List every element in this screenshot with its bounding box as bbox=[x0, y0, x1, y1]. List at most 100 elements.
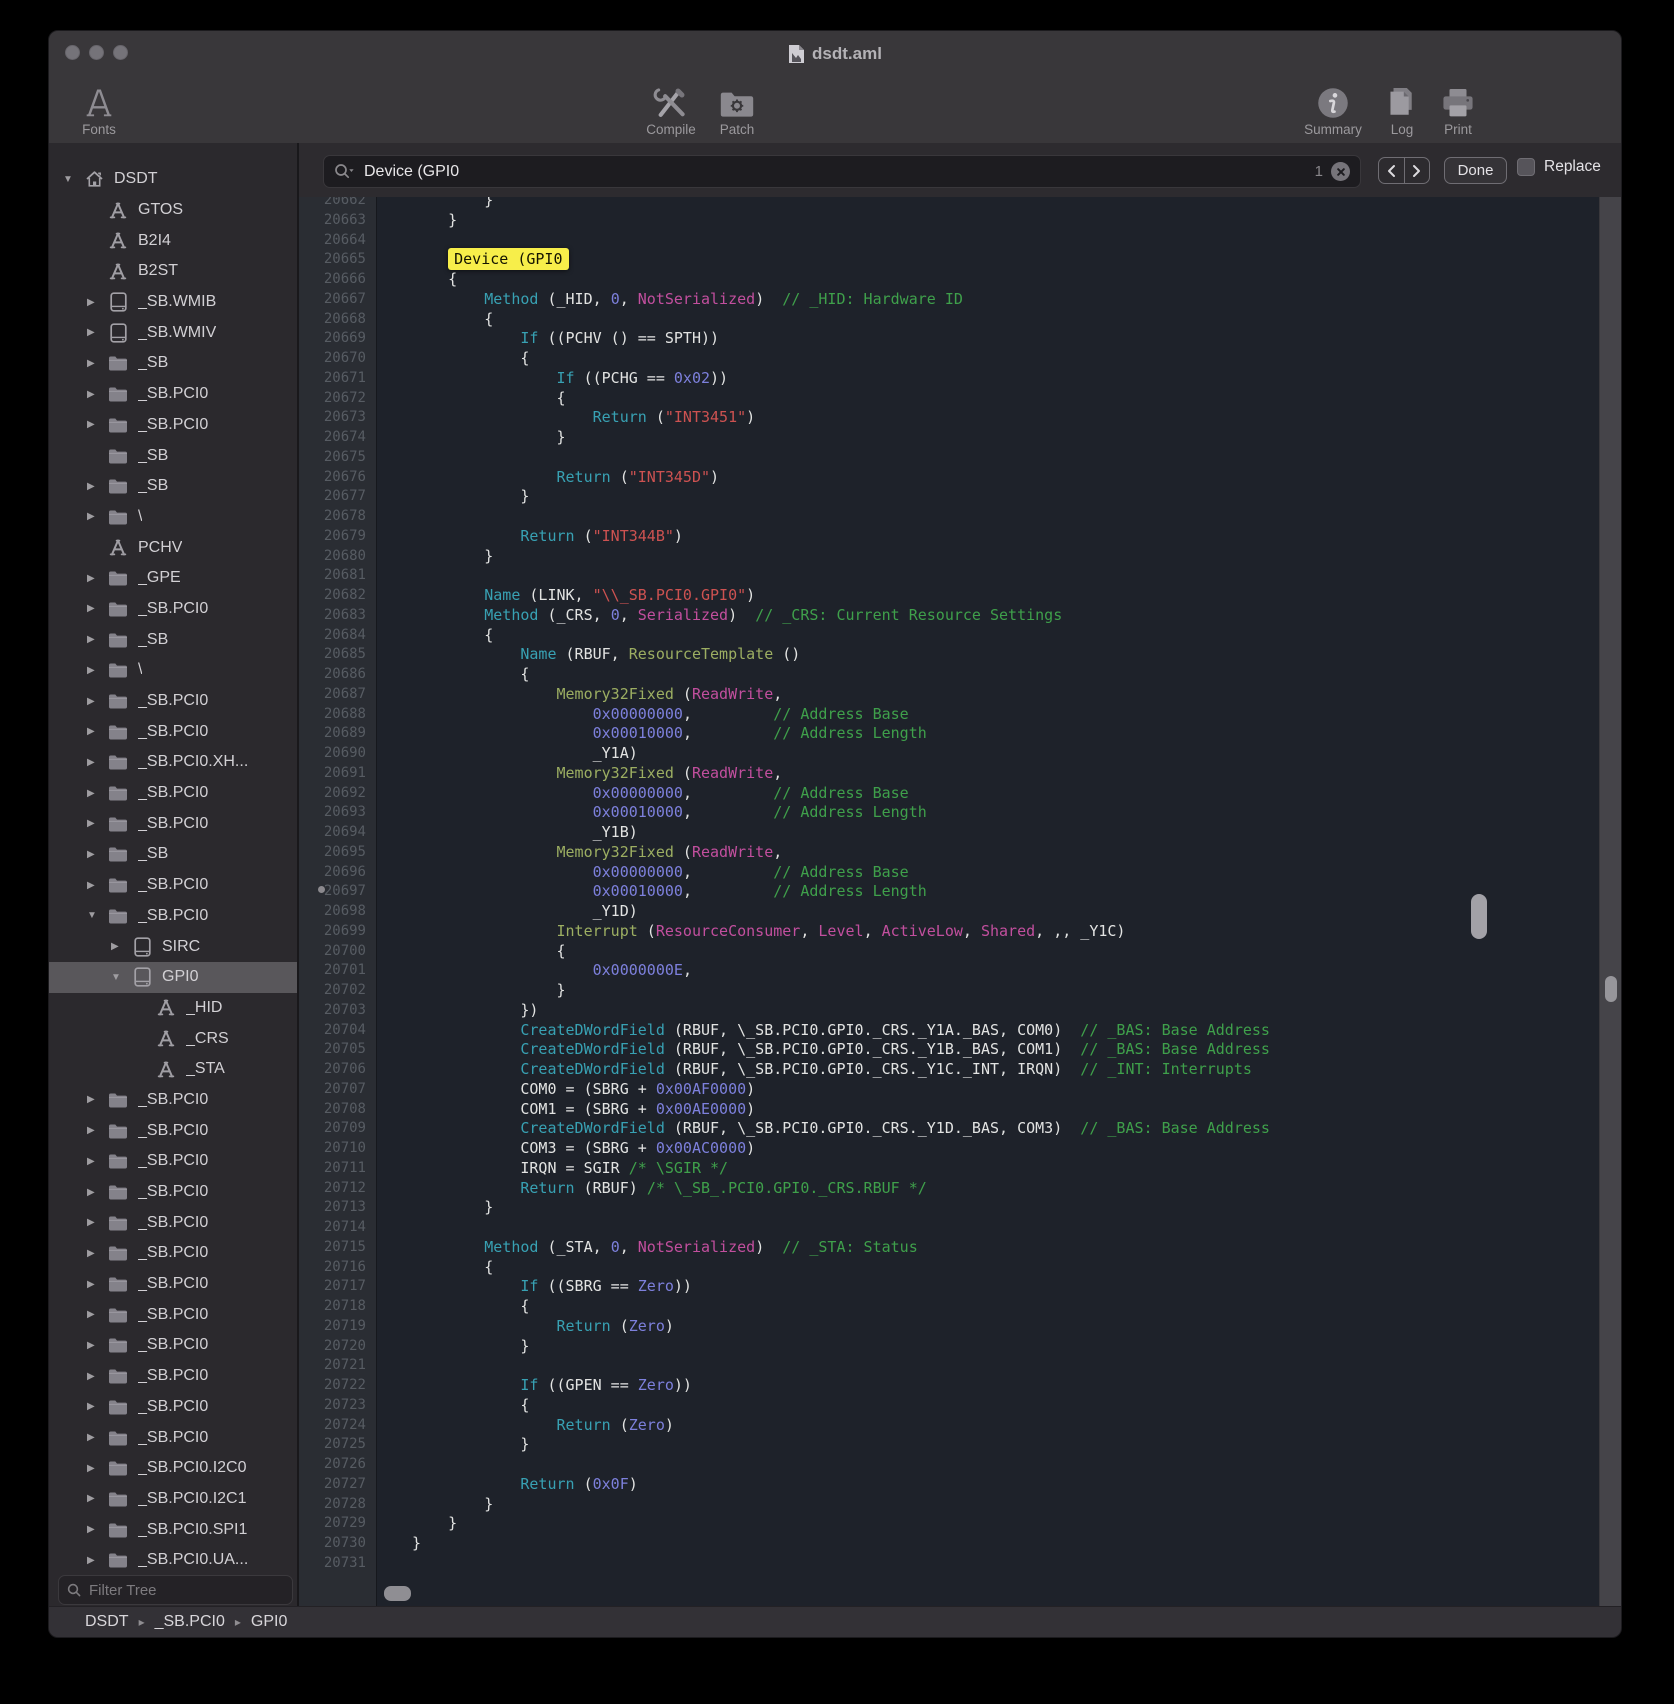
disclosure-right-icon[interactable]: ▶ bbox=[87, 726, 107, 737]
disclosure-right-icon[interactable]: ▶ bbox=[87, 603, 107, 614]
sidebar-item-gtos[interactable]: GTOS bbox=[49, 195, 297, 226]
sidebar-item-sb-pci0[interactable]: ▶_SB.PCI0 bbox=[49, 1238, 297, 1269]
sidebar-item-sb-pci0-spi1[interactable]: ▶_SB.PCI0.SPI1 bbox=[49, 1514, 297, 1545]
done-button[interactable]: Done bbox=[1444, 157, 1507, 184]
sidebar-item-[interactable]: ▶\ bbox=[49, 655, 297, 686]
sidebar-item-gpe[interactable]: ▶_GPE bbox=[49, 563, 297, 594]
search-field[interactable]: Device (GPI0 1 bbox=[323, 155, 1361, 188]
print-button[interactable]: Print bbox=[1413, 81, 1503, 137]
sidebar-item-sb-pci0[interactable]: ▶_SB.PCI0 bbox=[49, 1146, 297, 1177]
sidebar-item-hid[interactable]: _HID bbox=[49, 993, 297, 1024]
sidebar-item-sb-pci0[interactable]: ▶_SB.PCI0 bbox=[49, 1299, 297, 1330]
disclosure-right-icon[interactable]: ▶ bbox=[87, 358, 107, 369]
replace-checkbox[interactable] bbox=[1517, 158, 1535, 176]
disclosure-right-icon[interactable]: ▶ bbox=[87, 1125, 107, 1136]
disclosure-right-icon[interactable]: ▶ bbox=[87, 757, 107, 768]
sidebar-item-sb-pci0[interactable]: ▶_SB.PCI0 bbox=[49, 1330, 297, 1361]
sidebar-item-b2i4[interactable]: B2I4 bbox=[49, 225, 297, 256]
sidebar-item-sb-wmiv[interactable]: ▶_SB.WMIV bbox=[49, 317, 297, 348]
sidebar-item-sta[interactable]: _STA bbox=[49, 1054, 297, 1085]
disclosure-right-icon[interactable]: ▶ bbox=[87, 297, 107, 308]
disclosure-right-icon[interactable]: ▶ bbox=[87, 1371, 107, 1382]
filter-tree-field[interactable]: Filter Tree bbox=[58, 1575, 293, 1605]
sidebar-item-sb-pci0[interactable]: ▶_SB.PCI0 bbox=[49, 1392, 297, 1423]
sidebar-item-sb-pci0[interactable]: ▶_SB.PCI0 bbox=[49, 594, 297, 625]
disclosure-right-icon[interactable]: ▶ bbox=[87, 1340, 107, 1351]
disclosure-right-icon[interactable]: ▶ bbox=[87, 788, 107, 799]
sidebar-item-sb-wmib[interactable]: ▶_SB.WMIB bbox=[49, 287, 297, 318]
sidebar-item-sb-pci0-i2c1[interactable]: ▶_SB.PCI0.I2C1 bbox=[49, 1484, 297, 1515]
disclosure-right-icon[interactable]: ▶ bbox=[87, 1555, 107, 1566]
disclosure-right-icon[interactable]: ▶ bbox=[87, 634, 107, 645]
title-bar[interactable]: dsdt.aml bbox=[49, 31, 1621, 77]
search-icon[interactable] bbox=[334, 163, 356, 180]
sidebar-item-sb[interactable]: ▶_SB bbox=[49, 348, 297, 379]
sidebar-item-sb-pci0[interactable]: ▶_SB.PCI0 bbox=[49, 1207, 297, 1238]
disclosure-right-icon[interactable]: ▶ bbox=[87, 1248, 107, 1259]
sidebar-item-sb-pci0[interactable]: ▶_SB.PCI0 bbox=[49, 1361, 297, 1392]
split-handle-icon[interactable] bbox=[318, 886, 325, 893]
clear-search-icon[interactable] bbox=[1331, 162, 1350, 181]
sidebar-item-sb-pci0[interactable]: ▶_SB.PCI0 bbox=[49, 1269, 297, 1300]
find-previous-button[interactable] bbox=[1379, 158, 1404, 183]
disclosure-down-icon[interactable]: ▼ bbox=[63, 174, 83, 185]
vertical-scrollbar-track[interactable] bbox=[1599, 197, 1621, 1607]
code-editor[interactable]: 2066220663206642066520666206672066820669… bbox=[299, 197, 1621, 1607]
sidebar-item-sb-pci0[interactable]: ▶_SB.PCI0 bbox=[49, 778, 297, 809]
disclosure-right-icon[interactable]: ▶ bbox=[87, 665, 107, 676]
sidebar-item-sb-pci0[interactable]: ▶_SB.PCI0 bbox=[49, 1177, 297, 1208]
disclosure-right-icon[interactable]: ▶ bbox=[87, 1279, 107, 1290]
sidebar-item-sb-pci0[interactable]: ▶_SB.PCI0 bbox=[49, 1085, 297, 1116]
disclosure-right-icon[interactable]: ▶ bbox=[87, 1309, 107, 1320]
disclosure-right-icon[interactable]: ▶ bbox=[87, 1432, 107, 1443]
disclosure-right-icon[interactable]: ▶ bbox=[87, 1524, 107, 1535]
sidebar-item-sb-pci0-xh[interactable]: ▶_SB.PCI0.XH... bbox=[49, 747, 297, 778]
disclosure-right-icon[interactable]: ▶ bbox=[87, 849, 107, 860]
vertical-scrollbar-thumb[interactable] bbox=[1605, 976, 1617, 1002]
sidebar-item-b2st[interactable]: B2ST bbox=[49, 256, 297, 287]
disclosure-right-icon[interactable]: ▶ bbox=[87, 1463, 107, 1474]
sidebar-item-crs[interactable]: _CRS bbox=[49, 1023, 297, 1054]
disclosure-right-icon[interactable]: ▶ bbox=[87, 419, 107, 430]
sidebar-item-sb-pci0[interactable]: ▼_SB.PCI0 bbox=[49, 901, 297, 932]
sidebar-item-sb[interactable]: ▶_SB bbox=[49, 624, 297, 655]
sidebar-item-dsdt[interactable]: ▼DSDT bbox=[49, 164, 297, 195]
fonts-button[interactable]: Fonts bbox=[54, 81, 144, 137]
sidebar-item-sb-pci0[interactable]: ▶_SB.PCI0 bbox=[49, 1115, 297, 1146]
sidebar-item-sb-pci0-ua[interactable]: ▶_SB.PCI0.UA... bbox=[49, 1545, 297, 1573]
sidebar-item-sirc[interactable]: ▶SIRC bbox=[49, 931, 297, 962]
disclosure-down-icon[interactable]: ▼ bbox=[111, 972, 131, 983]
breadcrumb-item-device[interactable]: GPI0 bbox=[251, 1613, 287, 1631]
code-area[interactable]: } } Device (GPI0 { Method (_HID, 0, NotS… bbox=[378, 197, 1621, 1574]
disclosure-right-icon[interactable]: ▶ bbox=[87, 1187, 107, 1198]
sidebar-item-gpi0[interactable]: ▼GPI0 bbox=[49, 962, 297, 993]
disclosure-right-icon[interactable]: ▶ bbox=[87, 511, 107, 522]
disclosure-right-icon[interactable]: ▶ bbox=[87, 573, 107, 584]
sidebar-item-sb-pci0[interactable]: ▶_SB.PCI0 bbox=[49, 410, 297, 441]
search-input[interactable]: Device (GPI0 bbox=[364, 163, 1315, 181]
disclosure-right-icon[interactable]: ▶ bbox=[111, 941, 131, 952]
sidebar-item-[interactable]: ▶\ bbox=[49, 502, 297, 533]
find-next-button[interactable] bbox=[1404, 158, 1430, 183]
sidebar-item-sb-pci0[interactable]: ▶_SB.PCI0 bbox=[49, 716, 297, 747]
breadcrumb-item-root[interactable]: DSDT bbox=[85, 1613, 129, 1631]
horizontal-scrollbar-thumb[interactable] bbox=[384, 1586, 411, 1601]
disclosure-down-icon[interactable]: ▼ bbox=[87, 910, 107, 921]
disclosure-right-icon[interactable]: ▶ bbox=[87, 327, 107, 338]
disclosure-right-icon[interactable]: ▶ bbox=[87, 1217, 107, 1228]
disclosure-right-icon[interactable]: ▶ bbox=[87, 1156, 107, 1167]
sidebar-item-sb-pci0[interactable]: ▶_SB.PCI0 bbox=[49, 686, 297, 717]
sidebar-item-sb-pci0[interactable]: ▶_SB.PCI0 bbox=[49, 1422, 297, 1453]
disclosure-right-icon[interactable]: ▶ bbox=[87, 880, 107, 891]
sidebar-item-sb[interactable]: ▶_SB bbox=[49, 471, 297, 502]
vertical-scrollbar-overlay-thumb[interactable] bbox=[1471, 894, 1487, 939]
sidebar-item-sb-pci0-i2c0[interactable]: ▶_SB.PCI0.I2C0 bbox=[49, 1453, 297, 1484]
disclosure-right-icon[interactable]: ▶ bbox=[87, 696, 107, 707]
sidebar-item-sb-pci0[interactable]: ▶_SB.PCI0 bbox=[49, 808, 297, 839]
sidebar-item-sb[interactable]: _SB bbox=[49, 440, 297, 471]
disclosure-right-icon[interactable]: ▶ bbox=[87, 481, 107, 492]
sidebar-item-sb[interactable]: ▶_SB bbox=[49, 839, 297, 870]
disclosure-right-icon[interactable]: ▶ bbox=[87, 818, 107, 829]
sidebar-item-sb-pci0[interactable]: ▶_SB.PCI0 bbox=[49, 379, 297, 410]
sidebar-item-pchv[interactable]: PCHV bbox=[49, 532, 297, 563]
